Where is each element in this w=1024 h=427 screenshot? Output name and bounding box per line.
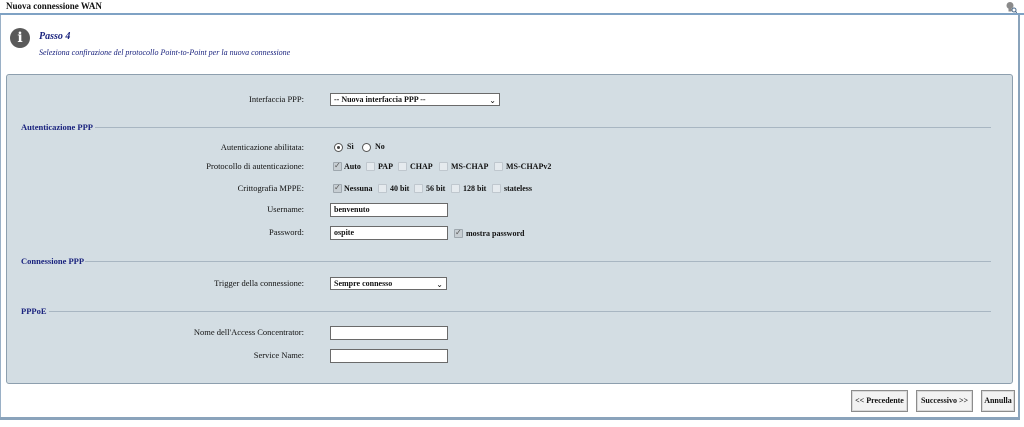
info-icon: i bbox=[10, 28, 30, 48]
username-label: Username: bbox=[267, 204, 304, 214]
protocol-chap-label: CHAP bbox=[410, 162, 433, 171]
ppp-interface-select[interactable]: -- Nuova interfaccia PPP -- ⌄ bbox=[330, 93, 500, 106]
mppe-none-checkbox[interactable] bbox=[333, 183, 342, 193]
service-name-input[interactable] bbox=[330, 349, 448, 363]
auth-enabled-label: Autenticazione abilitata: bbox=[220, 142, 304, 152]
frame-left-border bbox=[0, 15, 1, 418]
frame-bottom-border bbox=[0, 417, 1020, 420]
mppe-40bit-checkbox[interactable] bbox=[378, 184, 387, 193]
password-input[interactable]: ospite bbox=[330, 226, 448, 240]
show-password-label: mostra password bbox=[466, 229, 525, 238]
chevron-down-icon: ⌄ bbox=[436, 280, 443, 289]
step-description: Seleziona confirazione del protocollo Po… bbox=[39, 48, 291, 57]
protocol-pap-label: PAP bbox=[378, 162, 393, 171]
pppoe-section-title: PPPoE bbox=[21, 306, 47, 316]
mppe-label: Crittografia MPPE: bbox=[237, 183, 304, 193]
auth-section-title: Autenticazione PPP bbox=[21, 122, 93, 132]
password-label: Password: bbox=[269, 227, 304, 237]
auth-enabled-no-label: No bbox=[375, 142, 385, 151]
protocol-chap-checkbox[interactable] bbox=[398, 162, 407, 171]
ppp-interface-label: Interfaccia PPP: bbox=[249, 94, 304, 104]
mppe-none-label: Nessuna bbox=[344, 184, 373, 193]
mppe-stateless-label: stateless bbox=[504, 184, 532, 193]
pppoe-section-divider bbox=[49, 311, 991, 312]
protocol-pap-checkbox[interactable] bbox=[366, 162, 375, 171]
username-input[interactable]: benvenuto bbox=[330, 203, 448, 217]
auth-protocol-label: Protocollo di autenticazione: bbox=[206, 161, 304, 171]
trigger-select[interactable]: Sempre connesso ⌄ bbox=[330, 277, 447, 290]
protocol-mschapv2-label: MS-CHAPv2 bbox=[506, 162, 552, 171]
frame-right-border bbox=[1018, 15, 1020, 418]
next-button[interactable]: Successivo >> bbox=[916, 390, 973, 412]
mppe-56bit-label: 56 bit bbox=[426, 184, 446, 193]
protocol-mschapv2-checkbox[interactable] bbox=[494, 162, 503, 171]
mppe-56bit-checkbox[interactable] bbox=[414, 184, 423, 193]
mppe-128bit-checkbox[interactable] bbox=[451, 184, 460, 193]
protocol-auto-label: Auto bbox=[344, 162, 361, 171]
auth-enabled-yes-label: Sì bbox=[347, 142, 354, 151]
auth-enabled-yes-radio[interactable] bbox=[334, 143, 343, 152]
protocol-auto-checkbox[interactable] bbox=[333, 161, 342, 171]
ac-name-input[interactable] bbox=[330, 326, 448, 340]
ppp-interface-selected: -- Nuova interfaccia PPP -- bbox=[334, 95, 426, 104]
mppe-stateless-checkbox[interactable] bbox=[492, 184, 501, 193]
chevron-down-icon: ⌄ bbox=[489, 96, 496, 105]
window-title: Nuova connessione WAN bbox=[6, 1, 102, 11]
service-name-label: Service Name: bbox=[253, 350, 304, 360]
mppe-128bit-label: 128 bit bbox=[463, 184, 487, 193]
previous-button[interactable]: << Precedente bbox=[851, 390, 908, 412]
trigger-label: Trigger della connessione: bbox=[214, 278, 304, 288]
show-password-checkbox[interactable] bbox=[454, 228, 463, 238]
cancel-button[interactable]: Annulla bbox=[981, 390, 1015, 412]
connection-section-divider bbox=[85, 261, 991, 262]
help-search-icon[interactable] bbox=[1005, 1, 1017, 13]
settings-panel: Interfaccia PPP: -- Nuova interfaccia PP… bbox=[6, 74, 1013, 384]
trigger-selected: Sempre connesso bbox=[334, 279, 393, 288]
auth-enabled-no-radio[interactable] bbox=[362, 143, 371, 152]
protocol-mschap-label: MS-CHAP bbox=[451, 162, 489, 171]
auth-section-divider bbox=[95, 127, 991, 128]
protocol-mschap-checkbox[interactable] bbox=[439, 162, 448, 171]
connection-section-title: Connessione PPP bbox=[21, 256, 85, 266]
step-title: Passo 4 bbox=[39, 31, 71, 42]
mppe-40bit-label: 40 bit bbox=[390, 184, 410, 193]
window-titlebar: Nuova connessione WAN bbox=[0, 0, 1024, 15]
ac-name-label: Nome dell'Access Concentrator: bbox=[193, 327, 304, 337]
